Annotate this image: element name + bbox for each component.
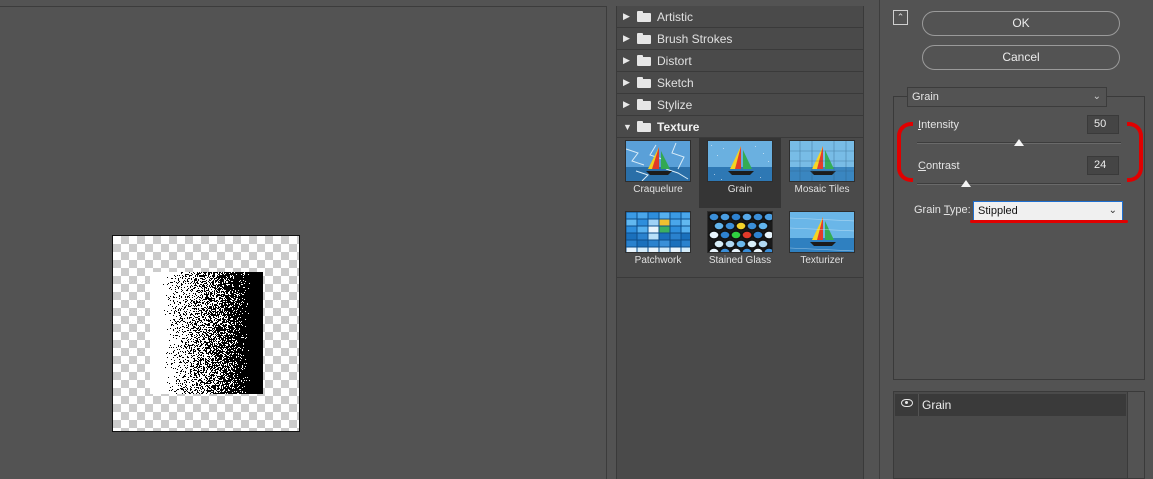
thumb-stained-glass[interactable]: Stained Glass bbox=[699, 209, 781, 279]
triangle-right-icon: ▶ bbox=[623, 99, 630, 109]
category-distort[interactable]: ▶ Distort bbox=[617, 50, 863, 72]
triangle-right-icon: ▶ bbox=[623, 55, 630, 65]
category-label: Artistic bbox=[657, 9, 693, 24]
grain-type-label-rest: ype: bbox=[949, 204, 971, 216]
thumb-caption: Stained Glass bbox=[708, 255, 772, 266]
collapse-gallery-button[interactable]: ⌃ bbox=[893, 10, 908, 25]
triangle-right-icon: ▶ bbox=[623, 33, 630, 43]
thumb-patchwork[interactable]: Patchwork bbox=[617, 209, 699, 279]
contrast-label: Contrast bbox=[918, 160, 960, 172]
thumb-mosaic-tiles[interactable]: Mosaic Tiles bbox=[781, 138, 863, 208]
thumb-caption: Mosaic Tiles bbox=[794, 184, 850, 195]
thumb-craquelure[interactable]: Craquelure bbox=[617, 138, 699, 208]
category-texture[interactable]: ▼ Texture bbox=[617, 116, 863, 138]
grain-type-label-text: Grain bbox=[914, 204, 944, 216]
annotation-underline bbox=[970, 220, 1128, 223]
annotation-bracket-left bbox=[897, 122, 913, 182]
folder-icon bbox=[637, 33, 651, 44]
double-chevron-up-icon: ⌃ bbox=[896, 12, 905, 22]
layers-scrollbar[interactable] bbox=[1127, 392, 1144, 478]
category-label: Sketch bbox=[657, 75, 694, 90]
folder-icon bbox=[637, 99, 651, 110]
contrast-mnemonic: C bbox=[918, 160, 926, 172]
category-artistic[interactable]: ▶ Artistic bbox=[617, 6, 863, 28]
chevron-down-icon: ⌄ bbox=[1108, 205, 1117, 216]
intensity-slider-handle[interactable] bbox=[1014, 139, 1024, 146]
grain-type-label: Grain Type: bbox=[914, 204, 971, 216]
eye-icon[interactable] bbox=[901, 399, 913, 407]
thumb-caption: Patchwork bbox=[634, 255, 682, 266]
category-stylize[interactable]: ▶ Stylize bbox=[617, 94, 863, 116]
category-label: Stylize bbox=[657, 97, 693, 112]
folder-icon bbox=[637, 77, 651, 88]
triangle-down-icon: ▼ bbox=[623, 121, 632, 132]
thumb-caption: Grain bbox=[727, 184, 753, 195]
grain-type-select[interactable]: Stippled ⌄ bbox=[973, 201, 1123, 221]
filter-gallery: ▶ Artistic ▶ Brush Strokes ▶ Distort ▶ S… bbox=[616, 6, 864, 479]
grain-thumbnail bbox=[707, 140, 773, 182]
intensity-input[interactable]: 50 bbox=[1087, 115, 1119, 134]
thumb-texturizer[interactable]: Texturizer bbox=[781, 209, 863, 279]
preview-canvas bbox=[112, 235, 300, 432]
category-label: Distort bbox=[657, 53, 692, 68]
thumb-caption: Craquelure bbox=[633, 184, 683, 195]
craquelure-thumbnail bbox=[625, 140, 691, 182]
effect-layer-name: Grain bbox=[922, 398, 952, 412]
annotation-bracket-right bbox=[1127, 122, 1143, 182]
filter-select-value: Grain bbox=[912, 91, 939, 103]
filter-select[interactable]: Grain ⌄ bbox=[907, 87, 1107, 107]
texturizer-thumbnail bbox=[789, 211, 855, 253]
thumb-caption: Texturizer bbox=[800, 255, 844, 266]
grain-preview-image bbox=[150, 272, 263, 394]
cancel-button[interactable]: Cancel bbox=[922, 45, 1120, 70]
thumb-grain[interactable]: Grain bbox=[699, 138, 781, 208]
mosaic-tiles-thumbnail bbox=[789, 140, 855, 182]
intensity-label-text: ntensity bbox=[921, 119, 959, 131]
stained-glass-thumbnail bbox=[707, 211, 773, 253]
category-sketch[interactable]: ▶ Sketch bbox=[617, 72, 863, 94]
folder-icon bbox=[637, 11, 651, 22]
contrast-slider-handle[interactable] bbox=[960, 180, 971, 187]
texture-thumbnails: Craquelure Grain Mosaic Tiles Patchwork … bbox=[617, 138, 863, 278]
category-brush-strokes[interactable]: ▶ Brush Strokes bbox=[617, 28, 863, 50]
triangle-right-icon: ▶ bbox=[623, 77, 630, 87]
contrast-input[interactable]: 24 bbox=[1087, 156, 1119, 175]
preview-pane[interactable] bbox=[0, 6, 607, 479]
category-label: Texture bbox=[657, 119, 700, 134]
category-label: Brush Strokes bbox=[657, 31, 733, 46]
triangle-right-icon: ▶ bbox=[623, 11, 630, 21]
chevron-down-icon: ⌄ bbox=[1092, 91, 1101, 102]
ok-button[interactable]: OK bbox=[922, 11, 1120, 36]
grain-type-value: Stippled bbox=[978, 205, 1018, 217]
folder-icon bbox=[637, 55, 651, 66]
contrast-slider-track[interactable] bbox=[917, 183, 1121, 185]
intensity-label: Intensity bbox=[918, 119, 959, 131]
folder-icon bbox=[637, 121, 651, 132]
contrast-label-text: ontrast bbox=[925, 160, 960, 172]
layer-row-divider bbox=[918, 394, 919, 416]
patchwork-thumbnail bbox=[625, 211, 691, 253]
